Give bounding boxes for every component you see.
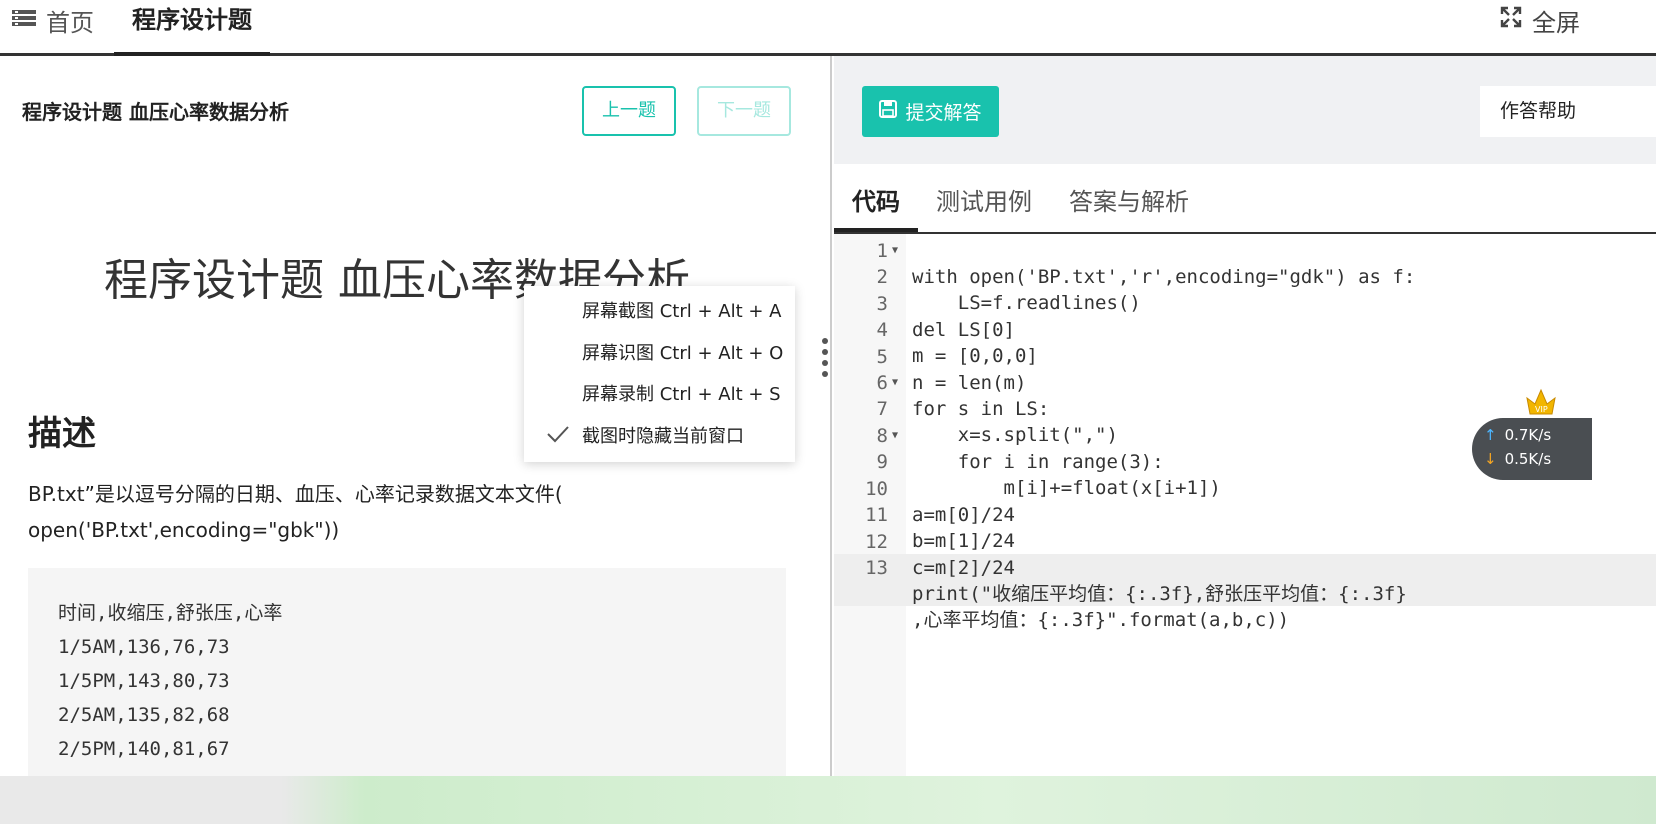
code-tabs: 代码 测试用例 答案与解析 — [834, 164, 1656, 234]
line-number: 11 — [865, 504, 888, 526]
description-heading: 描述 — [28, 414, 96, 454]
line-number: 5 — [876, 346, 888, 368]
expand-icon — [1500, 6, 1522, 34]
download-speed: 0.5K/s — [1504, 450, 1552, 468]
description-line: open('BP.txt',encoding="gbk")) — [28, 518, 340, 542]
tab-test-cases[interactable]: 测试用例 — [936, 182, 1032, 217]
menu-icon — [12, 6, 36, 34]
fold-arrow-icon[interactable]: ▼ — [892, 370, 898, 396]
submit-answer-label: 提交解答 — [905, 102, 982, 124]
vip-crown-icon[interactable]: VIP — [1524, 386, 1558, 418]
problem-title: 程序设计题 血压心率数据分析 — [22, 100, 289, 124]
line-number: 4 — [876, 319, 888, 341]
line-number: 2 — [876, 266, 888, 288]
bottom-strip — [0, 776, 1656, 824]
upload-speed: 0.7K/s — [1504, 426, 1552, 444]
fold-arrow-icon[interactable]: ▼ — [892, 423, 898, 449]
panel-resize-handle[interactable] — [820, 338, 830, 392]
upload-arrow-icon: ↑ — [1484, 426, 1497, 444]
menu-item-screen-recognize[interactable]: 屏幕识图 Ctrl + Alt + O — [582, 334, 783, 374]
sample-data-line: 2/5AM,135,82,68 — [58, 704, 230, 726]
download-arrow-icon: ↓ — [1484, 450, 1497, 468]
active-tab-indicator — [834, 228, 918, 232]
sample-data-list: 时间,收缩压,舒张压,心率 1/5AM,136,76,73 1/5PM,143,… — [58, 596, 282, 766]
line-number: 10 — [865, 478, 888, 500]
line-number: 1 — [876, 240, 888, 262]
line-number: 7 — [876, 398, 888, 420]
line-number: 8 — [876, 425, 888, 447]
sample-data-line: 时间,收缩压,舒张压,心率 — [58, 602, 283, 624]
menu-item-hide-window[interactable]: 截图时隐藏当前窗口 — [582, 417, 744, 457]
check-icon — [546, 424, 570, 444]
sample-data-line: 1/5AM,136,76,73 — [58, 636, 230, 658]
top-bar: 首页 程序设计题 全屏 — [0, 0, 1656, 56]
tab-home[interactable]: 首页 — [12, 0, 94, 40]
svg-text:VIP: VIP — [1535, 405, 1548, 414]
tab-code[interactable]: 代码 — [852, 182, 900, 217]
code-editor[interactable]: 1 ▼ with open('BP.txt','r',encoding="gdk"… — [834, 234, 1656, 824]
tab-answer-analysis[interactable]: 答案与解析 — [1069, 182, 1189, 217]
save-icon — [879, 100, 898, 123]
description-text: BP.txt”是以逗号分隔的日期、血压、心率记录数据文本文件( open('BP… — [28, 476, 788, 548]
screenshot-context-menu: 屏幕截图 Ctrl + Alt + A 屏幕识图 Ctrl + Alt + O … — [524, 286, 795, 462]
fold-arrow-icon[interactable]: ▼ — [892, 238, 898, 264]
fullscreen-button[interactable]: 全屏 — [1500, 0, 1580, 40]
line-number: 9 — [876, 451, 888, 473]
previous-question-button[interactable]: 上一题 — [582, 86, 676, 136]
tab-program-design[interactable]: 程序设计题 — [114, 0, 270, 56]
next-question-button[interactable]: 下一题 — [697, 86, 791, 136]
code-line-wrapped: ,心率平均值：{:.3f}".format(a,b,c)) — [912, 609, 1290, 631]
sample-data-line: 2/5PM,140,81,67 — [58, 738, 230, 760]
sample-data-line: 1/5PM,143,80,73 — [58, 670, 230, 692]
submit-answer-button[interactable]: 提交解答 — [862, 86, 999, 137]
answer-help-button[interactable]: 作答帮助 — [1480, 86, 1656, 137]
menu-item-screen-record[interactable]: 屏幕录制 Ctrl + Alt + S — [582, 375, 781, 415]
menu-item-screenshot[interactable]: 屏幕截图 Ctrl + Alt + A — [582, 292, 782, 332]
line-number: 12 — [865, 531, 888, 553]
line-number: 6 — [876, 372, 888, 394]
line-number: 3 — [876, 293, 888, 315]
code-panel-header: 提交解答 作答帮助 — [834, 56, 1656, 164]
fullscreen-label: 全屏 — [1532, 8, 1580, 37]
network-speed-widget[interactable]: ↑ 0.7K/s ↓ 0.5K/s — [1472, 418, 1592, 480]
line-number: 13 — [865, 557, 888, 579]
tab-home-label: 首页 — [46, 8, 94, 37]
description-line: BP.txt”是以逗号分隔的日期、血压、心率记录数据文本文件( — [28, 482, 563, 506]
